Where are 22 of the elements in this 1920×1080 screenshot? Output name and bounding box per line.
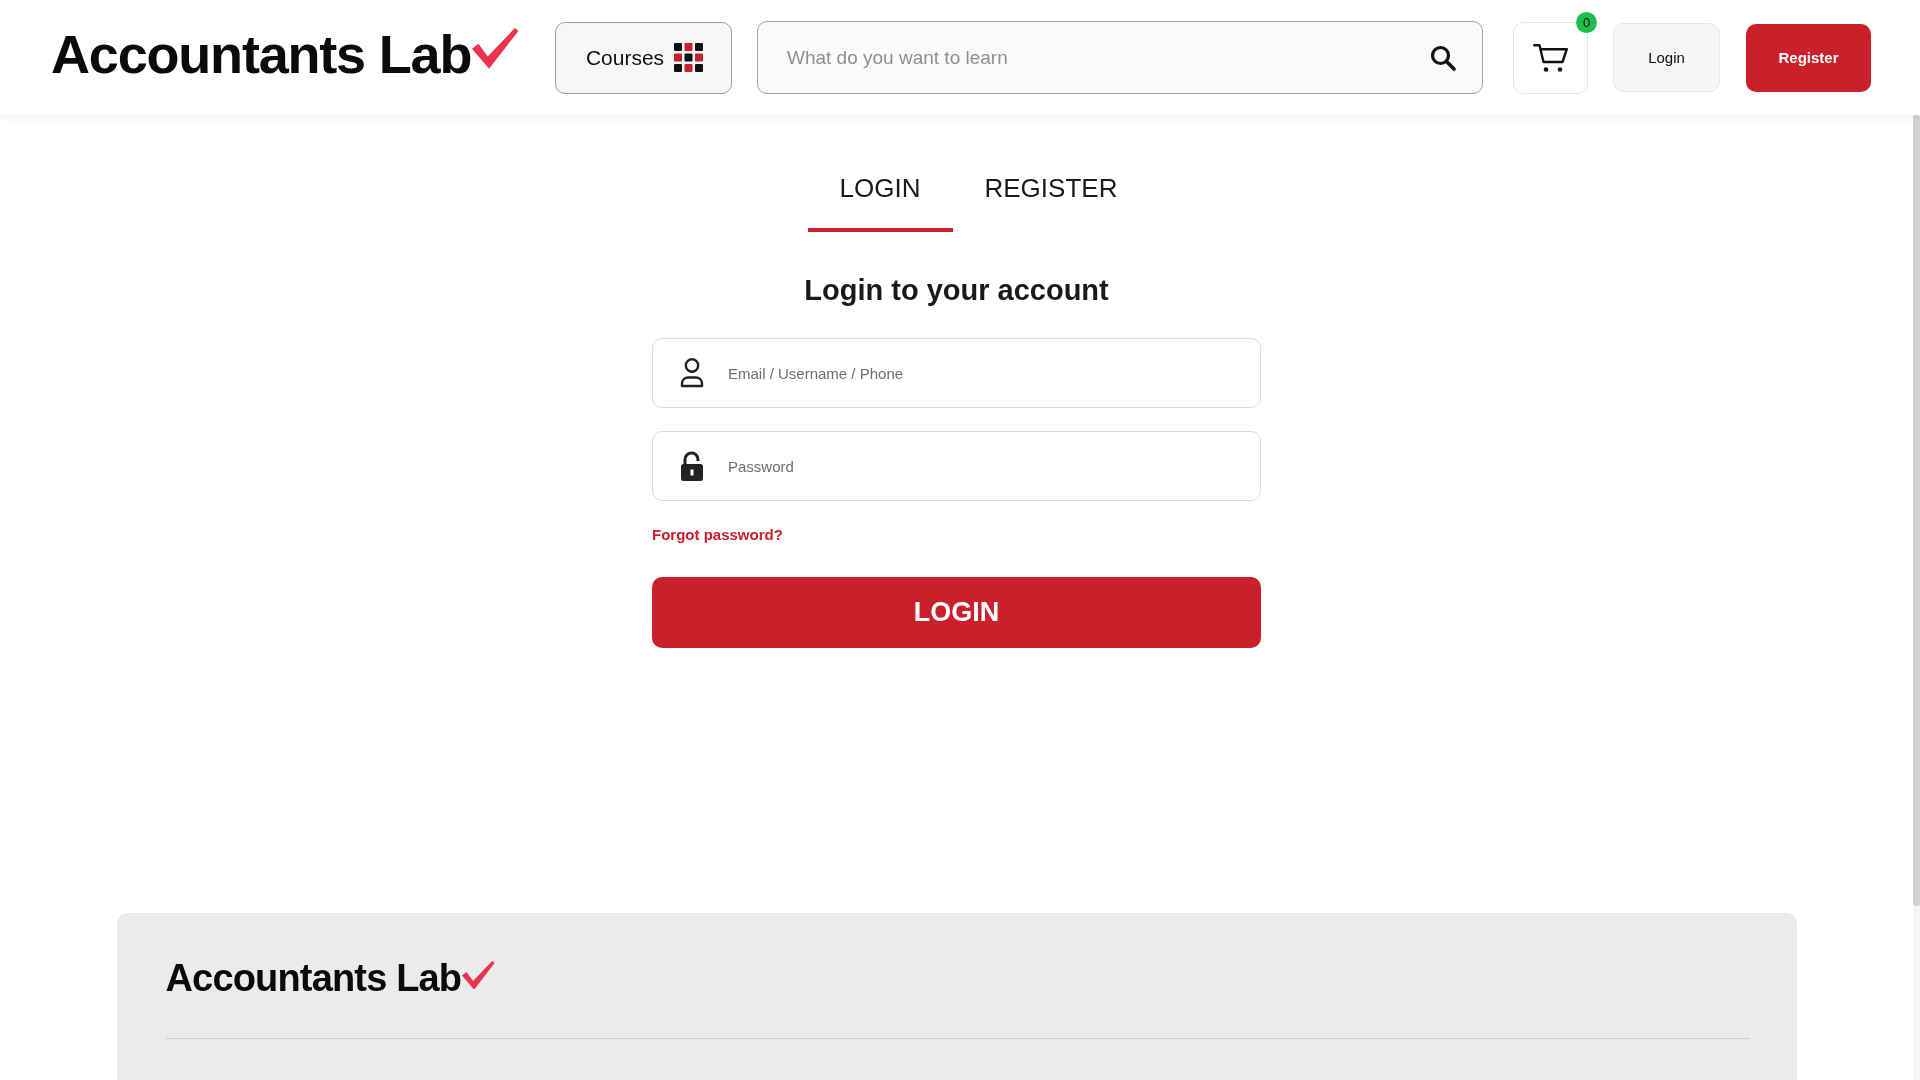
scrollbar-thumb[interactable] [1913,115,1920,906]
form-heading: Login to your account [804,273,1109,307]
search-icon[interactable] [1430,45,1456,71]
cart-count: 0 [1576,11,1597,33]
check-mark-icon [461,960,495,990]
padlock-icon [680,451,704,481]
user-icon [680,358,704,388]
email-field[interactable]: Email / Username / Phone [652,338,1261,408]
login-submit-button[interactable]: LOGIN [652,577,1261,648]
grid-icon [674,43,704,72]
logo: Accountants Lab [165,957,462,1001]
check-mark-icon [472,28,519,70]
search-field[interactable]: What do you want to learn [757,21,1483,94]
forgot-password-link[interactable]: Forgot password? [652,526,783,544]
login-button[interactable]: Login [1613,23,1720,92]
logo[interactable]: Accountants Lab [51,23,472,86]
courses-button[interactable]: Courses [555,21,732,94]
tab[interactable]: REGISTER [952,173,1150,232]
register-button[interactable]: Register [1746,23,1871,92]
cart-icon [1532,42,1569,73]
password-field[interactable]: Password [652,431,1261,501]
tab[interactable]: LOGIN [807,173,953,232]
